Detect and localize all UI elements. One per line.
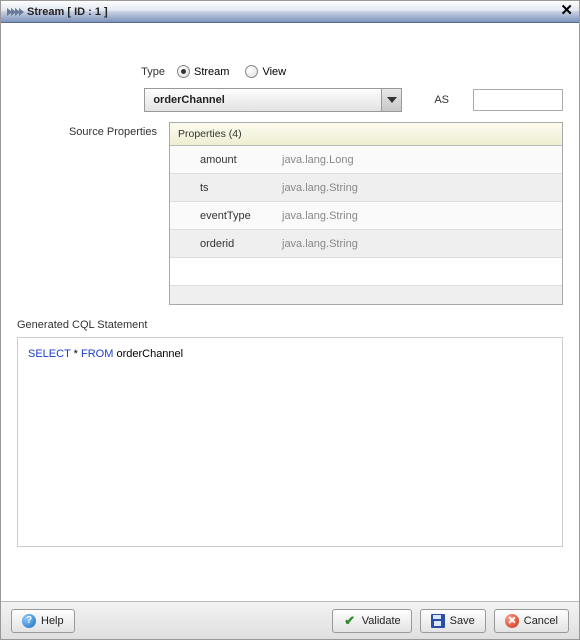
property-type: java.lang.Long xyxy=(282,154,354,166)
property-type: java.lang.String xyxy=(282,182,358,194)
save-button-label: Save xyxy=(450,615,475,627)
property-name: orderid xyxy=(200,238,274,250)
footer: ? Help Validate Save Cancel xyxy=(1,601,579,639)
window-title: Stream [ ID : 1 ] xyxy=(27,6,108,18)
type-row: Type Stream View xyxy=(17,65,563,78)
property-name: ts xyxy=(200,182,274,194)
table-row-empty xyxy=(170,258,562,286)
source-dropdown-value: orderChannel xyxy=(153,94,381,106)
as-input[interactable] xyxy=(473,89,563,111)
radio-view-label: View xyxy=(262,66,286,78)
source-row: orderChannel AS xyxy=(17,88,563,112)
radio-stream-label: Stream xyxy=(194,66,229,78)
cancel-button[interactable]: Cancel xyxy=(494,609,569,633)
save-button[interactable]: Save xyxy=(420,609,486,633)
cql-text: orderChannel xyxy=(113,348,183,360)
table-row-empty xyxy=(170,286,562,304)
cql-statement-box: SELECT * FROM orderChannel xyxy=(17,337,563,547)
grid-header: Properties (4) xyxy=(170,123,562,146)
radio-stream[interactable]: Stream xyxy=(177,65,229,78)
validate-button-label: Validate xyxy=(362,615,401,627)
validate-button[interactable]: Validate xyxy=(332,609,412,633)
property-type: java.lang.String xyxy=(282,210,358,222)
help-icon: ? xyxy=(22,614,36,628)
chevrons-icon xyxy=(7,8,23,16)
content-area: Type Stream View orderChannel AS Source … xyxy=(1,23,579,601)
cql-text: * xyxy=(71,348,81,360)
table-row[interactable]: eventType java.lang.String xyxy=(170,202,562,230)
radio-view[interactable]: View xyxy=(245,65,286,78)
chevron-down-icon xyxy=(381,89,401,111)
cancel-button-label: Cancel xyxy=(524,615,558,627)
cql-section-header: Generated CQL Statement xyxy=(17,319,563,331)
save-icon xyxy=(431,614,445,628)
cql-keyword: FROM xyxy=(81,348,113,360)
grid-body: amountjava.lang.Longtsjava.lang.Stringev… xyxy=(170,146,562,304)
close-icon[interactable]: ✕ xyxy=(560,3,573,19)
source-properties-label: Source Properties xyxy=(17,122,169,138)
cancel-icon xyxy=(505,614,519,628)
check-icon xyxy=(343,614,357,628)
table-row[interactable]: amount java.lang.Long xyxy=(170,146,562,174)
source-properties-row: Source Properties Properties (4) amountj… xyxy=(17,122,563,305)
property-name: eventType xyxy=(200,210,274,222)
table-row[interactable]: orderid java.lang.String xyxy=(170,230,562,258)
source-dropdown[interactable]: orderChannel xyxy=(144,88,402,112)
radio-icon xyxy=(245,65,258,78)
type-label: Type xyxy=(17,66,177,78)
as-label: AS xyxy=(434,94,449,106)
cql-keyword: SELECT xyxy=(28,348,71,360)
help-button-label: Help xyxy=(41,615,64,627)
property-type: java.lang.String xyxy=(282,238,358,250)
help-button[interactable]: ? Help xyxy=(11,609,75,633)
properties-grid: Properties (4) amountjava.lang.Longtsjav… xyxy=(169,122,563,305)
property-name: amount xyxy=(200,154,274,166)
table-row[interactable]: ts java.lang.String xyxy=(170,174,562,202)
titlebar: Stream [ ID : 1 ] ✕ xyxy=(1,1,579,23)
radio-icon xyxy=(177,65,190,78)
